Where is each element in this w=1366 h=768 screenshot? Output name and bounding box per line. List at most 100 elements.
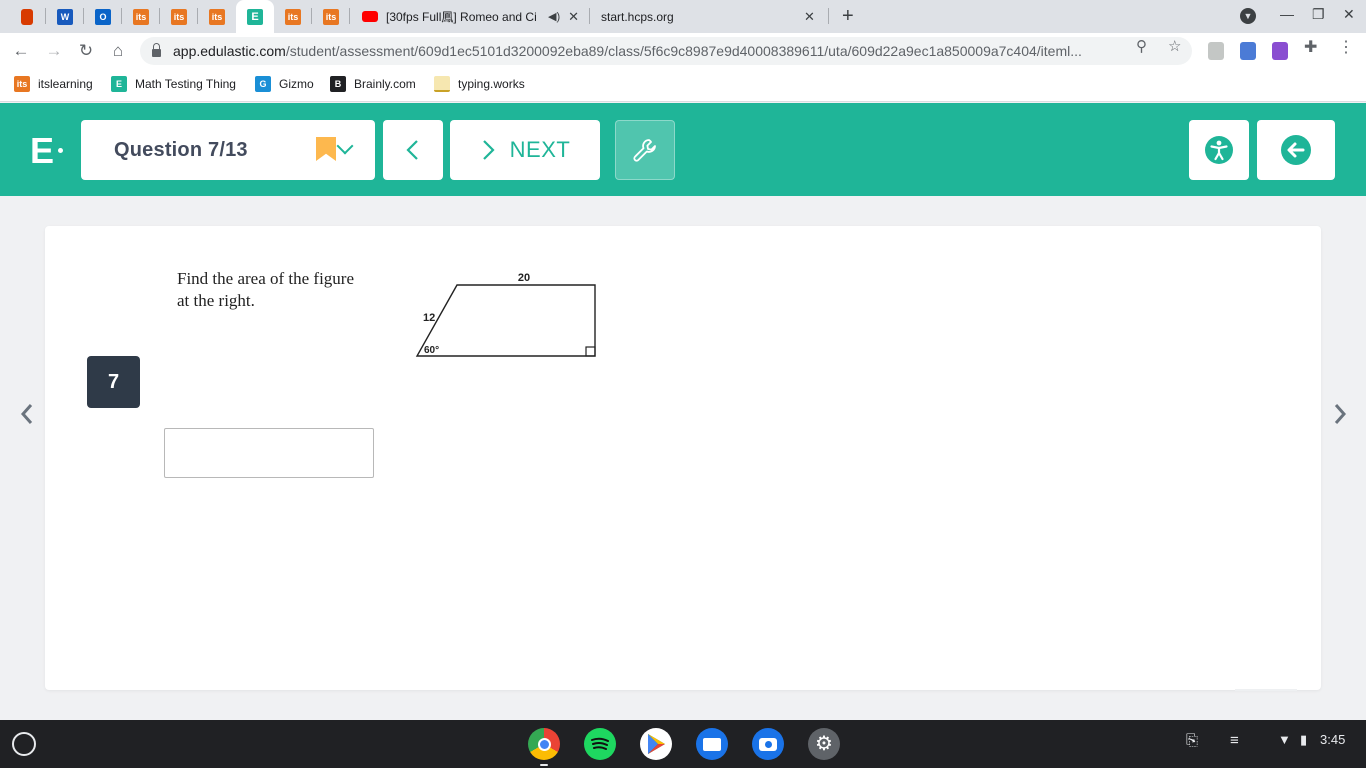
- folder-icon: [703, 737, 721, 751]
- clock-time[interactable]: 3:45: [1320, 732, 1345, 747]
- tab-office[interactable]: [18, 4, 36, 29]
- tab-edulastic-active[interactable]: E: [236, 0, 274, 33]
- home-button[interactable]: ⌂: [106, 39, 130, 63]
- arrow-right-icon: →: [45, 41, 63, 60]
- bookmark-label: itslearning: [38, 77, 93, 91]
- top-side-label: 20: [518, 272, 530, 284]
- minimize-button[interactable]: —: [1280, 6, 1294, 22]
- bookmark-brainly[interactable]: B Brainly.com: [330, 76, 416, 92]
- chevron-right-icon: [1334, 404, 1347, 424]
- running-indicator: [540, 764, 548, 766]
- close-window-button[interactable]: ✕: [1343, 6, 1355, 23]
- chevron-left-icon: [406, 140, 418, 160]
- question-card: 7 Find the area of the figure at the rig…: [45, 226, 1321, 691]
- camera-icon[interactable]: [752, 728, 784, 760]
- spotify-waves-icon: [591, 737, 609, 750]
- zoom-icon[interactable]: ⚲: [1136, 37, 1147, 55]
- previous-question-button[interactable]: [383, 120, 443, 180]
- typing-icon: [434, 76, 450, 92]
- arrow-left-icon: ←: [12, 41, 30, 60]
- next-label: NEXT: [509, 137, 571, 162]
- bookmark-typing[interactable]: typing.works: [434, 76, 525, 92]
- previous-arrow-button[interactable]: [15, 400, 39, 428]
- tab-outlook[interactable]: O: [93, 4, 113, 29]
- address-bar[interactable]: app.edulastic.com/student/assessment/609…: [140, 37, 1192, 65]
- itslearning-icon: its: [14, 76, 30, 92]
- tab-separator: [121, 8, 122, 24]
- next-arrow-button[interactable]: [1328, 400, 1352, 428]
- tab-itslearning[interactable]: its: [169, 4, 189, 29]
- home-icon: ⌂: [112, 41, 124, 60]
- tab-search-button[interactable]: ▼: [1240, 6, 1256, 24]
- bookmark-gizmo[interactable]: G Gizmo: [255, 76, 314, 92]
- edulastic-icon: E: [111, 76, 127, 92]
- battery-icon[interactable]: ▮: [1300, 732, 1307, 748]
- tab-itslearning[interactable]: its: [283, 4, 303, 29]
- accessibility-button[interactable]: [1189, 120, 1249, 180]
- puzzle-icon[interactable]: ✚: [1304, 37, 1317, 57]
- tab-separator: [349, 8, 350, 24]
- chevron-down-icon[interactable]: [336, 137, 354, 155]
- menu-icon[interactable]: ⋮: [1338, 37, 1354, 57]
- star-icon[interactable]: ☆: [1168, 37, 1181, 55]
- answer-input[interactable]: [164, 428, 374, 478]
- calculator-extension-icon[interactable]: [1240, 42, 1256, 60]
- chevron-right-icon: [482, 140, 495, 160]
- tab-separator: [159, 8, 160, 24]
- settings-icon[interactable]: ⚙: [808, 728, 840, 760]
- question-number-badge: 7: [87, 356, 140, 408]
- extension-icon[interactable]: [1208, 42, 1224, 60]
- gizmo-icon: G: [255, 76, 271, 92]
- url-host: app.edulastic.com: [173, 43, 286, 59]
- speaker-icon: ◀): [548, 11, 561, 23]
- next-question-button[interactable]: NEXT: [450, 120, 600, 180]
- office-icon: [21, 8, 33, 25]
- tab-hcps[interactable]: start.hcps.org ✕: [601, 4, 821, 29]
- holding-space-icon[interactable]: ⎘: [1186, 732, 1198, 749]
- bookmark-label: Gizmo: [279, 77, 314, 91]
- files-icon[interactable]: [696, 728, 728, 760]
- angle-label: 60°: [424, 345, 439, 356]
- tab-title: [30fps Full鳳] Romeo and Ci: [386, 10, 537, 24]
- tab-title: start.hcps.org: [601, 9, 674, 24]
- launcher-button[interactable]: [12, 732, 36, 756]
- tab-close-icon[interactable]: ✕: [804, 9, 815, 25]
- logo-dot: [58, 148, 63, 153]
- bookmarks-bar: its itslearning E Math Testing Thing G G…: [0, 69, 1366, 102]
- tab-itslearning[interactable]: its: [131, 4, 151, 29]
- edulastic-icon: E: [247, 8, 263, 25]
- new-tab-button[interactable]: +: [842, 4, 854, 28]
- bookmark-itslearning[interactable]: its itslearning: [14, 76, 93, 92]
- forward-button[interactable]: →: [42, 39, 66, 63]
- spotify-icon[interactable]: [584, 728, 616, 760]
- reload-button[interactable]: ↻: [74, 39, 98, 63]
- tools-button[interactable]: [615, 120, 675, 180]
- back-button[interactable]: ←: [9, 39, 33, 63]
- url-path: /student/assessment/609d1ec5101d3200092e…: [285, 43, 1082, 59]
- question-stem: Find the area of the figure at the right…: [177, 268, 377, 312]
- bookmark-icon[interactable]: [316, 137, 336, 161]
- tab-youtube[interactable]: [30fps Full鳳] Romeo and Ci ◀) ✕: [362, 4, 582, 29]
- wrench-icon: [633, 139, 656, 162]
- tab-close-icon[interactable]: ✕: [568, 9, 579, 25]
- chrome-icon[interactable]: [528, 728, 560, 760]
- chevron-left-icon: [20, 404, 33, 424]
- edulastic-logo: E: [30, 130, 55, 171]
- youtube-icon: [362, 11, 378, 22]
- tab-itslearning[interactable]: its: [207, 4, 227, 29]
- gear-icon: ⚙: [815, 733, 833, 755]
- media-controls-icon[interactable]: ≡: [1230, 732, 1239, 749]
- restore-button[interactable]: ❐: [1312, 6, 1325, 23]
- play-store-icon[interactable]: [640, 728, 672, 760]
- wifi-icon[interactable]: ▼: [1278, 732, 1291, 747]
- bookmark-label: Brainly.com: [354, 77, 416, 91]
- browser-toolbar: ← → ↻ ⌂ app.edulastic.com/student/assess…: [0, 33, 1366, 69]
- exit-button[interactable]: [1257, 120, 1335, 180]
- tab-word[interactable]: W: [55, 4, 75, 29]
- stem-line: Find the area of the figure: [177, 269, 355, 288]
- question-selector[interactable]: Question 7/13: [81, 120, 375, 180]
- extension-icon[interactable]: [1272, 42, 1288, 60]
- right-angle-mark: [585, 346, 596, 357]
- tab-itslearning[interactable]: its: [321, 4, 341, 29]
- bookmark-math-testing[interactable]: E Math Testing Thing: [111, 76, 236, 92]
